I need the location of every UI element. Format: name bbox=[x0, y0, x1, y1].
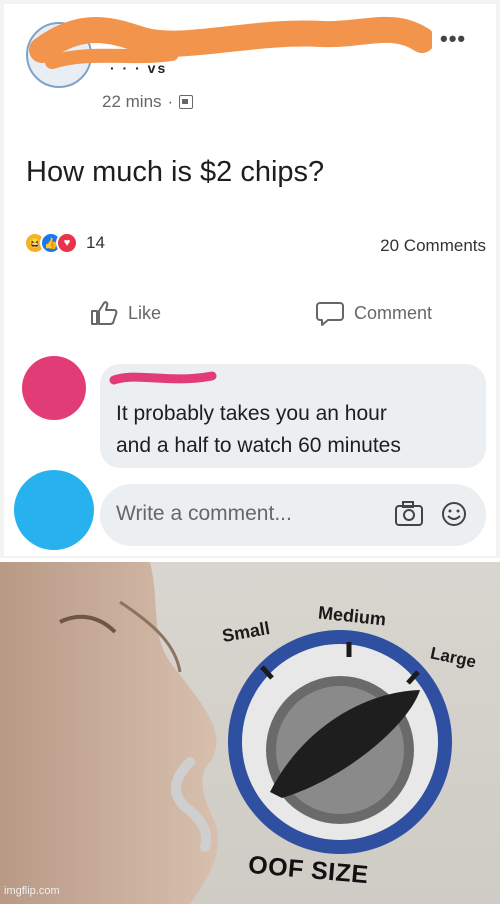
post-text: How much is $2 chips? bbox=[26, 156, 325, 188]
thumbs-up-icon bbox=[91, 301, 118, 325]
author-name-fragment: · · · vs bbox=[110, 60, 168, 76]
comment-line-1: It probably takes you an hour bbox=[116, 402, 387, 425]
reactions-summary[interactable]: 😆 👍 ♥ 14 bbox=[24, 232, 105, 254]
imgflip-watermark: imgflip.com bbox=[4, 885, 60, 897]
censor-scribble-orange bbox=[29, 16, 432, 69]
comment-text: It probably takes you an hour and a half… bbox=[116, 398, 401, 462]
oof-size-meme: Small Medium Large OOF SIZE imgflip.com bbox=[0, 562, 500, 904]
emoji-icon[interactable] bbox=[440, 500, 468, 528]
comment-label: Comment bbox=[354, 302, 433, 323]
comment-button[interactable]: Comment bbox=[316, 300, 432, 326]
censor-scribble-pink bbox=[109, 371, 217, 385]
like-button[interactable]: Like bbox=[90, 300, 161, 326]
current-user-avatar bbox=[14, 470, 94, 550]
audience-icon bbox=[179, 95, 194, 109]
like-label: Like bbox=[128, 302, 162, 323]
comment-input-placeholder: Write a comment... bbox=[116, 502, 292, 525]
post-time[interactable]: 22 mins bbox=[102, 92, 162, 112]
facebook-post: · · · vs 22 mins · ••• How much is $2 ch… bbox=[0, 0, 500, 558]
camera-icon[interactable] bbox=[394, 500, 424, 528]
post-card bbox=[4, 4, 496, 556]
speech-bubble-icon bbox=[316, 302, 344, 326]
post-meta: 22 mins · bbox=[102, 92, 194, 112]
meta-separator: · bbox=[167, 92, 174, 111]
love-reaction-icon: ♥ bbox=[56, 232, 78, 254]
commenter-avatar[interactable] bbox=[22, 356, 86, 420]
reaction-count: 14 bbox=[86, 233, 105, 252]
more-options-icon[interactable]: ••• bbox=[440, 26, 466, 52]
comments-count-link[interactable]: 20 Comments bbox=[380, 236, 486, 256]
comment-line-2: and a half to watch 60 minutes bbox=[116, 434, 401, 457]
